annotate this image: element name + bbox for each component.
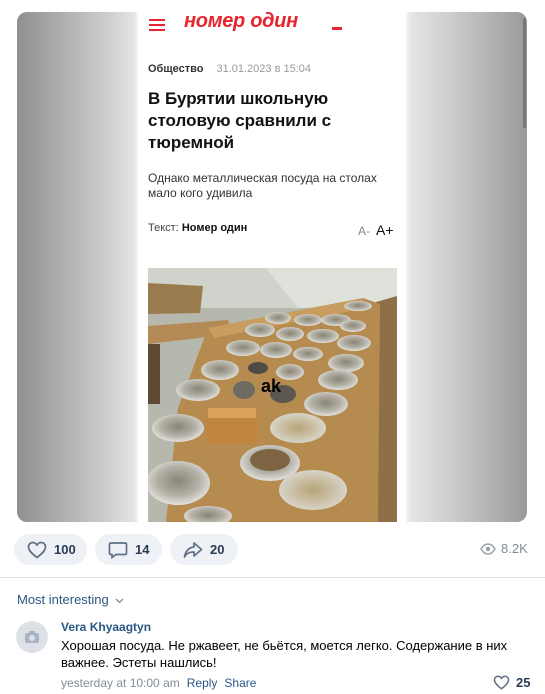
article-screenshot: номер один Общество 31.01.2023 в 15:04 В … bbox=[138, 12, 526, 522]
views-counter: 8.2K bbox=[480, 541, 528, 556]
menu-icon bbox=[149, 17, 165, 34]
site-logo: номер один bbox=[184, 12, 298, 32]
font-size-controls: A- A+ bbox=[358, 222, 394, 238]
comment-like-button[interactable]: 25 bbox=[493, 675, 530, 690]
post-image[interactable]: номер один Общество 31.01.2023 в 15:04 В … bbox=[17, 12, 527, 522]
camera-icon bbox=[25, 631, 39, 643]
eye-icon bbox=[480, 542, 496, 555]
comment-time[interactable]: yesterday at 10:00 am bbox=[61, 676, 180, 690]
font-smaller-label: A- bbox=[358, 224, 370, 238]
share-button[interactable]: 20 bbox=[170, 534, 238, 565]
logo-underscore bbox=[332, 27, 342, 30]
views-count: 8.2K bbox=[501, 541, 528, 556]
article-meta: Общество 31.01.2023 в 15:04 bbox=[148, 63, 311, 75]
byline-label: Текст: bbox=[148, 222, 179, 234]
article-lead: Однако металлическая посуда на столах ма… bbox=[148, 171, 377, 200]
comment-text: Хорошая посуда. Не ржавеет, не бьётся, м… bbox=[61, 638, 508, 670]
share-arrow-icon bbox=[183, 541, 203, 558]
comment-meta: yesterday at 10:00 am Reply Share bbox=[61, 676, 256, 690]
article-category: Общество bbox=[148, 63, 204, 75]
comment-icon bbox=[108, 541, 128, 559]
chevron-down-icon bbox=[115, 598, 124, 604]
heart-icon bbox=[493, 675, 510, 690]
comments-sort-dropdown[interactable]: Most interesting bbox=[17, 592, 124, 607]
font-larger-label: A+ bbox=[376, 222, 394, 238]
byline-author: Номер один bbox=[181, 222, 248, 234]
divider bbox=[0, 577, 545, 578]
sort-label: Most interesting bbox=[17, 592, 109, 607]
avatar[interactable] bbox=[16, 621, 48, 653]
comment-likes-count: 25 bbox=[516, 675, 531, 690]
heart-icon bbox=[27, 541, 47, 559]
photo-watermark: ak bbox=[261, 376, 282, 396]
comment-author[interactable]: Vera Khyaagtyn bbox=[61, 620, 151, 634]
article-date: 31.01.2023 в 15:04 bbox=[216, 63, 311, 75]
article-headline: В Бурятии школьную столовую сравнили с т… bbox=[148, 89, 332, 152]
reply-link[interactable]: Reply bbox=[187, 676, 218, 690]
likes-count: 100 bbox=[54, 542, 76, 557]
canteen-photo: ak bbox=[148, 268, 397, 522]
scrollbar bbox=[523, 18, 526, 128]
comment-button[interactable]: 14 bbox=[95, 534, 162, 565]
like-button[interactable]: 100 bbox=[14, 534, 87, 565]
share-link[interactable]: Share bbox=[224, 676, 256, 690]
comments-count: 14 bbox=[135, 542, 150, 557]
article-byline: Текст: Номер один bbox=[148, 222, 247, 234]
shares-count: 20 bbox=[210, 542, 225, 557]
